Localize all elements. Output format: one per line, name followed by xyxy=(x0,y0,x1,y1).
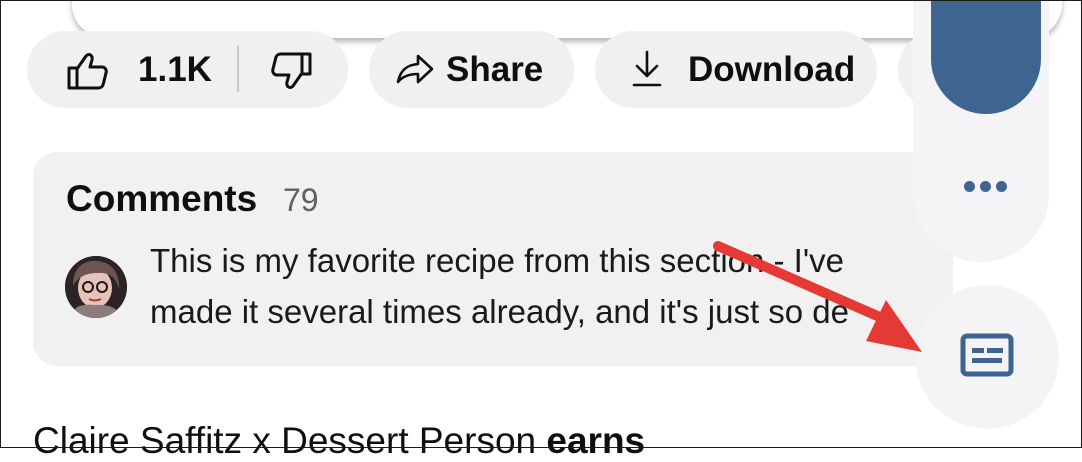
download-label[interactable]: Download xyxy=(688,50,855,90)
download-icon xyxy=(632,50,662,87)
like-count[interactable]: 1.1K xyxy=(138,50,212,90)
share-label[interactable]: Share xyxy=(446,50,543,90)
avatar-image xyxy=(65,256,127,318)
comments-title: Comments xyxy=(66,178,258,219)
next-video-title-text: Claire Saffitz x Dessert Person xyxy=(33,420,547,461)
comment-text-line-2: made it several times already, and it's … xyxy=(150,293,850,330)
thumbs-up-icon[interactable] xyxy=(66,52,108,90)
like-dislike-divider xyxy=(237,46,239,92)
comments-count: 79 xyxy=(283,182,319,218)
side-panel-accent-button[interactable] xyxy=(931,0,1041,114)
comment-text-line-1: This is my favorite recipe from this sec… xyxy=(150,242,844,279)
thumbs-down-icon[interactable] xyxy=(271,52,313,90)
closed-captions-icon[interactable] xyxy=(960,333,1014,377)
next-video-title[interactable]: Claire Saffitz x Dessert Person earns xyxy=(33,420,645,462)
next-video-title-bold: earns xyxy=(546,420,646,461)
share-icon xyxy=(396,54,434,84)
more-horizontal-icon[interactable] xyxy=(964,180,1008,194)
commenter-avatar xyxy=(65,256,127,318)
